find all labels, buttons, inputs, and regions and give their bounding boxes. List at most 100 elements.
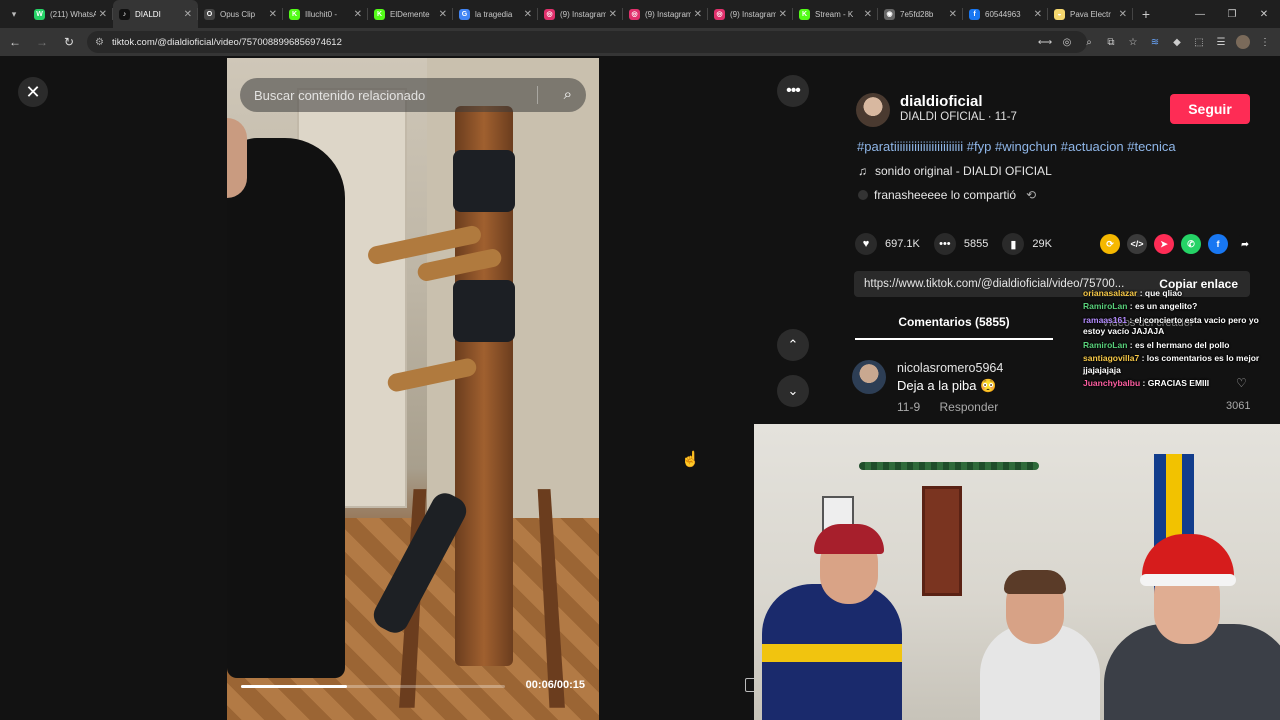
tab-comments[interactable]: Comentarios (5855) xyxy=(855,315,1053,329)
zoom-icon[interactable]: ⌕ xyxy=(1080,33,1098,51)
tab-favicon-icon: W xyxy=(34,8,45,20)
embed-icon[interactable]: </> xyxy=(1127,234,1147,254)
bookmark-star-icon[interactable]: ☆ xyxy=(1124,33,1142,51)
extension-wave-icon[interactable]: ≋ xyxy=(1146,33,1164,51)
next-video-button[interactable]: ⌄ xyxy=(777,375,809,407)
facebook-icon[interactable]: f xyxy=(1208,234,1228,254)
forward-icon[interactable]: → xyxy=(30,30,54,54)
tab-close-icon[interactable]: ✕ xyxy=(184,9,192,20)
follow-button[interactable]: Seguir xyxy=(1170,94,1250,124)
chat-separator: : xyxy=(1127,301,1135,312)
video-timecode: 00:06/00:15 xyxy=(525,679,585,691)
comment-text: Deja a la piba 😳 xyxy=(897,378,997,393)
tab-close-icon[interactable]: ✕ xyxy=(1119,9,1127,20)
tab-title: ElDemente xyxy=(390,9,430,19)
translate-icon[interactable]: ⟷ xyxy=(1036,33,1054,51)
tab-comments-underline xyxy=(855,338,1053,340)
minimize-icon[interactable]: — xyxy=(1184,0,1216,28)
creator-avatar[interactable] xyxy=(856,93,890,127)
browser-tab[interactable]: W (211) WhatsApp✕ xyxy=(28,0,113,28)
whatsapp-icon[interactable]: ✆ xyxy=(1181,234,1201,254)
browser-tab[interactable]: ♪ DIALDI ✕ xyxy=(113,0,198,28)
tab-search-icon[interactable]: ▾ xyxy=(0,0,28,28)
related-search-input[interactable]: Buscar contenido relacionado ⌕ xyxy=(240,78,586,112)
previous-video-button[interactable]: ⌃ xyxy=(777,329,809,361)
comment-avatar[interactable] xyxy=(852,360,886,394)
webcam-door xyxy=(922,486,962,596)
heart-icon: ♥ xyxy=(855,233,877,255)
comment-action[interactable]: ••• 5855 xyxy=(933,233,988,255)
browser-tab[interactable]: ◎ (9) Instagram ✕ xyxy=(538,0,623,28)
music-note-icon: ♫ xyxy=(858,164,867,178)
tab-close-icon[interactable]: ✕ xyxy=(694,9,702,20)
reading-list-icon[interactable]: ☰ xyxy=(1212,33,1230,51)
tab-close-icon[interactable]: ✕ xyxy=(864,9,872,20)
browser-tab[interactable]: K ElDemente ✕ xyxy=(368,0,453,28)
video-hashtags[interactable]: #paratiiiiiiiiiiiiiiiiiiiiiiii #fyp #win… xyxy=(857,139,1267,154)
reply-button[interactable]: Responder xyxy=(939,400,998,414)
extensions-icon[interactable]: ⬚ xyxy=(1190,33,1208,51)
tab-title: (9) Instagram xyxy=(560,9,606,19)
site-info-icon[interactable]: ⚙ xyxy=(95,37,104,48)
tab-close-icon[interactable]: ✕ xyxy=(609,9,617,20)
comment-date: 11-9 xyxy=(897,400,921,414)
forward-icon[interactable]: ➦ xyxy=(1235,234,1255,254)
comment-meta: 11-9 Responder xyxy=(897,400,1014,414)
repost-icon[interactable]: ⟳ xyxy=(1100,234,1120,254)
browser-tab[interactable]: ◎ (9) Instagram ✕ xyxy=(623,0,708,28)
creator-username[interactable]: dialdioficial xyxy=(900,93,983,110)
sharer-avatar[interactable] xyxy=(858,190,868,200)
browser-tab[interactable]: O Opus Clip ✕ xyxy=(198,0,283,28)
close-window-icon[interactable]: ✕ xyxy=(1248,0,1280,28)
tab-close-icon[interactable]: ✕ xyxy=(949,9,957,20)
menu-kebab-icon[interactable]: ⋮ xyxy=(1256,33,1274,51)
video-player[interactable]: Buscar contenido relacionado ⌕ 00:06/00:… xyxy=(227,58,599,720)
video-frame-person xyxy=(227,138,345,678)
browser-tab[interactable]: ◒ Pava Electr ✕ xyxy=(1048,0,1133,28)
close-video-button[interactable]: ✕ xyxy=(18,77,48,107)
tab-favicon-icon: ◒ xyxy=(1054,8,1065,20)
tab-favicon-icon: f xyxy=(969,8,980,20)
tab-title: (9) Instagram xyxy=(730,9,776,19)
browser-tab[interactable]: f 60544963 ✕ xyxy=(963,0,1048,28)
chat-separator: : xyxy=(1126,314,1135,325)
more-options-button[interactable]: ••• xyxy=(777,75,809,107)
related-search-placeholder: Buscar contenido relacionado xyxy=(254,87,426,103)
comment-username[interactable]: nicolasromero5964 xyxy=(897,361,1003,375)
profile-icon[interactable] xyxy=(1234,33,1252,51)
tab-close-icon[interactable]: ✕ xyxy=(354,9,362,20)
stream-chat-overlay: orianasalazar : que qliao RamiroLan : es … xyxy=(1083,288,1277,392)
back-icon[interactable]: ← xyxy=(3,30,27,54)
browser-tab[interactable]: ◉ 7e5fd28b ✕ xyxy=(878,0,963,28)
tab-close-icon[interactable]: ✕ xyxy=(1034,9,1042,20)
like-action[interactable]: ♥ 697.1K xyxy=(855,233,920,255)
tab-close-icon[interactable]: ✕ xyxy=(779,9,787,20)
video-progress-bar[interactable] xyxy=(241,685,505,688)
browser-tab[interactable]: K Illuchit0 - ✕ xyxy=(283,0,368,28)
tab-close-icon[interactable]: ✕ xyxy=(439,9,447,20)
address-bar[interactable]: ⚙ tiktok.com/@dialdioficial/video/757008… xyxy=(87,31,1087,53)
tab-close-icon[interactable]: ✕ xyxy=(99,9,107,20)
webcam-person-left xyxy=(762,584,902,720)
browser-tab[interactable]: ◎ (9) Instagram ✕ xyxy=(708,0,793,28)
reload-icon[interactable]: ↻ xyxy=(57,30,81,54)
screenshot-icon[interactable]: ◎ xyxy=(1058,33,1076,51)
url-text: tiktok.com/@dialdioficial/video/75700889… xyxy=(111,36,342,48)
save-action[interactable]: ▮ 29K xyxy=(1002,233,1052,255)
webcam-cap xyxy=(814,524,884,554)
tab-close-icon[interactable]: ✕ xyxy=(524,9,532,20)
new-tab-button[interactable]: + xyxy=(1133,6,1159,22)
sound-row[interactable]: ♫ sonido original - DIALDI OFICIAL xyxy=(858,164,1052,178)
tab-title: 60544963 xyxy=(985,9,1021,19)
install-icon[interactable]: ⧉ xyxy=(1102,33,1120,51)
search-icon[interactable]: ⌕ xyxy=(564,86,572,103)
maximize-icon[interactable]: ❐ xyxy=(1216,0,1248,28)
chat-username: RamiroLan xyxy=(1083,301,1128,312)
browser-tab[interactable]: Gla tragedia ✕ xyxy=(453,0,538,28)
shared-text: franasheeeee lo compartió xyxy=(874,188,1017,202)
send-icon[interactable]: ➤ xyxy=(1154,234,1174,254)
browser-tab[interactable]: K Stream - K ✕ xyxy=(793,0,878,28)
extension-diamond-icon[interactable]: ◆ xyxy=(1168,33,1186,51)
chat-message: santiagovilla7 : los comentarios es lo m… xyxy=(1083,353,1277,376)
tab-close-icon[interactable]: ✕ xyxy=(269,9,277,20)
